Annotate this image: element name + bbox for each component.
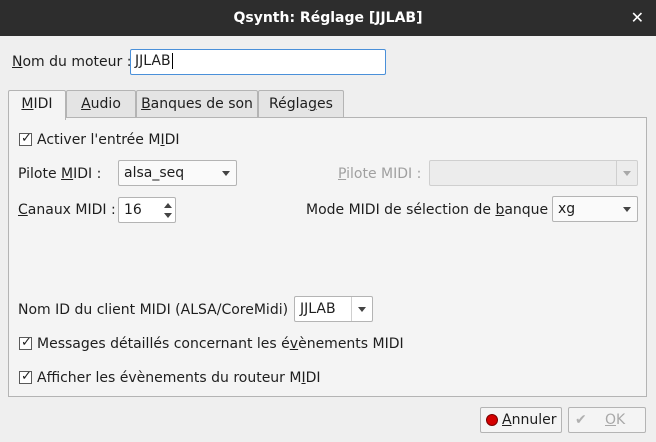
verbose-checkbox[interactable]: ✓: [19, 335, 32, 350]
ok-label: OK: [605, 412, 626, 428]
tab-audio[interactable]: Audio: [66, 90, 136, 117]
midi-panel: [8, 117, 647, 397]
router-events-checkbox[interactable]: ✓: [19, 369, 32, 384]
bank-mode-value: xg: [558, 201, 576, 217]
chevron-down-icon: [623, 207, 631, 212]
router-events-label: Afficher les évènements du routeur MIDI: [37, 370, 321, 386]
ok-button[interactable]: ✔ OK: [568, 407, 646, 433]
close-icon[interactable]: ✕: [631, 8, 644, 27]
client-id-label: Nom ID du client MIDI (ALSA/CoreMidi) :: [18, 302, 298, 318]
engine-name-input[interactable]: JJLAB: [130, 49, 386, 75]
chevron-down-icon: [623, 171, 631, 176]
enable-midi-label: Activer l'entrée MIDI: [37, 132, 180, 148]
window-title: Qsynth: Réglage [JJLAB]: [233, 10, 423, 26]
ok-icon: ✔: [575, 412, 587, 428]
cancel-button[interactable]: Annuler: [480, 407, 562, 433]
midi-driver-value: alsa_seq: [124, 165, 185, 181]
bank-mode-label: Mode MIDI de sélection de banque :: [306, 202, 558, 218]
midi-driver-disabled-label: Pilote MIDI :: [338, 166, 422, 182]
cancel-label: Annuler: [502, 412, 557, 428]
engine-name-value: JJLAB: [135, 53, 171, 69]
cancel-icon: [486, 414, 498, 426]
midi-driver-disabled-select: [429, 160, 638, 186]
tab-midi[interactable]: MIDI: [8, 90, 66, 120]
spin-up-icon[interactable]: [164, 203, 172, 208]
tab-settings[interactable]: Réglages: [258, 90, 344, 117]
engine-name-label: Nom du moteur :: [12, 54, 132, 70]
chevron-down-icon[interactable]: [358, 307, 366, 312]
midi-channels-label: Canaux MIDI :: [18, 202, 116, 218]
midi-channels-spinbox[interactable]: 16: [118, 197, 176, 223]
client-id-combo[interactable]: JJLAB: [294, 296, 373, 322]
midi-driver-label: Pilote MIDI :: [18, 166, 102, 182]
midi-driver-select[interactable]: alsa_seq: [118, 160, 237, 186]
bank-mode-select[interactable]: xg: [552, 196, 638, 222]
chevron-down-icon: [222, 171, 230, 176]
title-bar: Qsynth: Réglage [JJLAB] ✕: [0, 0, 656, 36]
midi-channels-value: 16: [124, 202, 142, 218]
tab-soundfonts[interactable]: Banques de son: [136, 90, 258, 117]
spin-down-icon[interactable]: [164, 213, 172, 218]
client-id-value: JJLAB: [300, 301, 336, 317]
verbose-label: Messages détaillés concernant les évènem…: [37, 336, 404, 352]
enable-midi-checkbox[interactable]: ✓: [19, 131, 32, 146]
